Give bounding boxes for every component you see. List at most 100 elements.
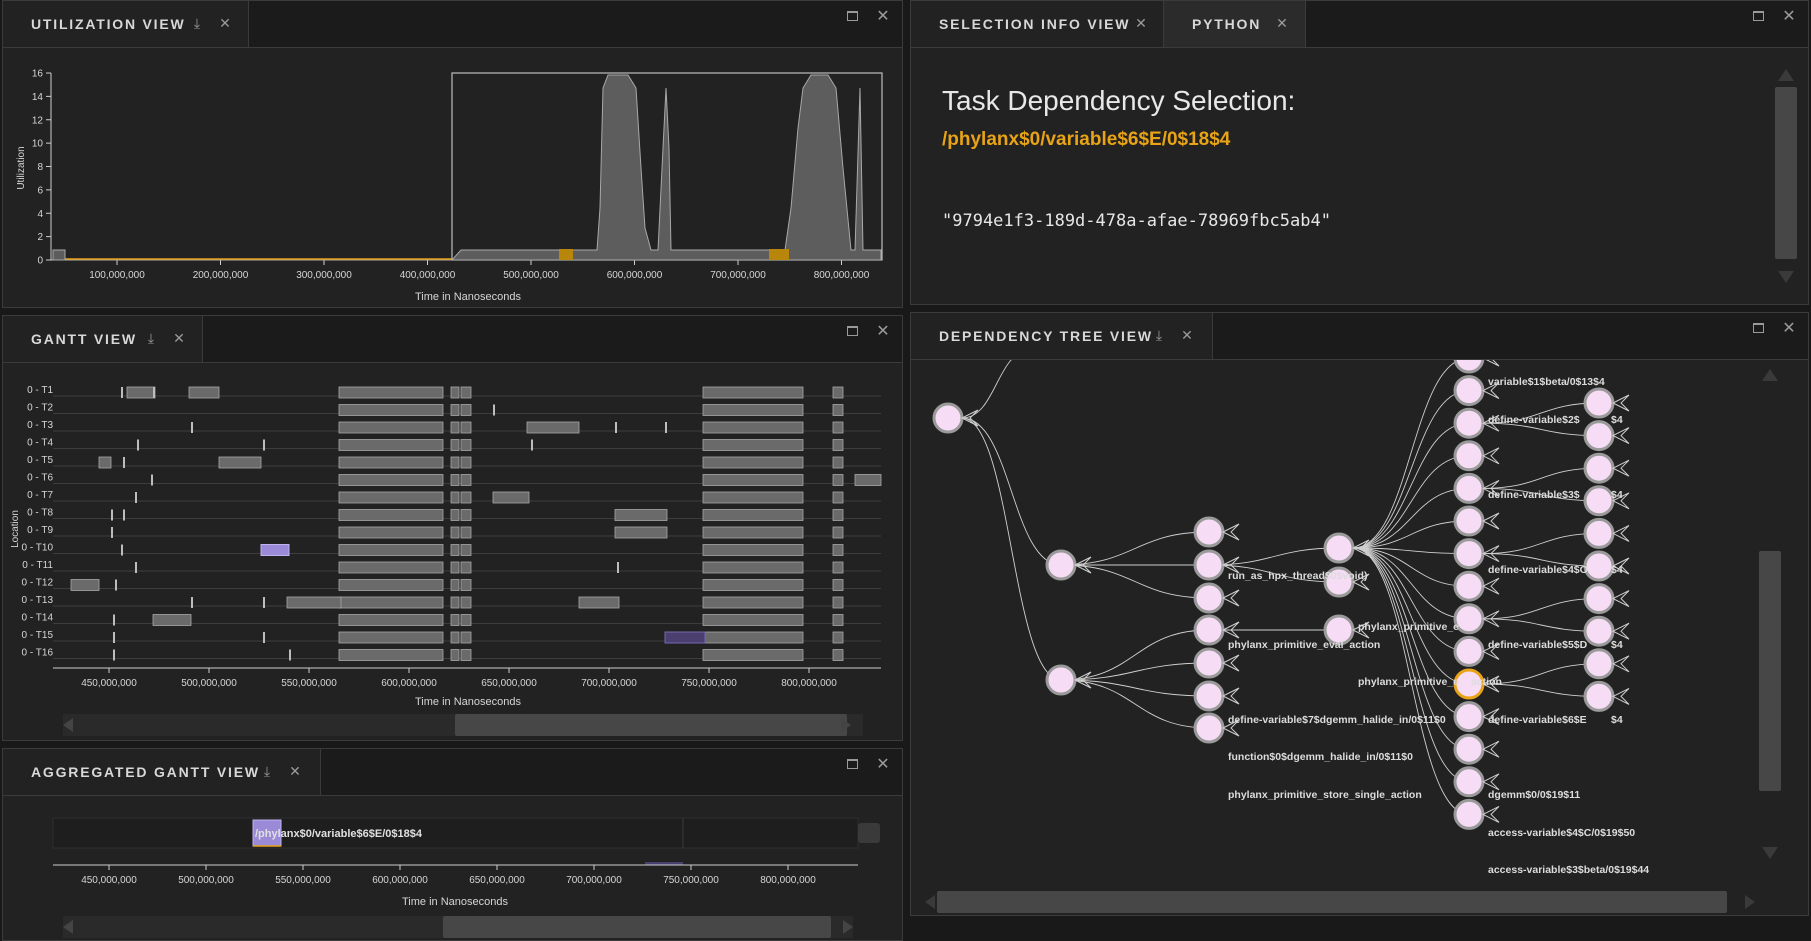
tree-node[interactable] [1193,516,1225,548]
task-bar[interactable] [450,509,460,521]
download-icon[interactable]: ⤓ [143,330,159,346]
task-bar[interactable] [492,491,530,504]
task-bar[interactable] [832,561,844,574]
task-bar[interactable] [338,561,444,574]
task-bar[interactable] [460,579,472,591]
task-bar[interactable] [832,386,844,399]
collapse-arrow-icon[interactable] [1221,687,1240,705]
close-icon[interactable]: ✕ [287,763,303,779]
task-bar[interactable] [578,596,620,609]
task-bar[interactable] [854,474,882,486]
task-bar[interactable] [832,421,844,434]
task-bar[interactable] [338,649,444,661]
task-bar[interactable] [218,456,262,469]
tree-node[interactable] [1193,549,1225,581]
close-icon[interactable]: ✕ [171,330,187,346]
close-icon[interactable]: ✕ [875,757,891,773]
task-bar[interactable] [832,614,844,626]
task-bar[interactable] [98,456,112,469]
tree-node[interactable] [1583,583,1615,615]
tree-node[interactable] [1045,664,1077,696]
tree-node[interactable] [1453,701,1485,733]
task-bar[interactable] [338,509,444,521]
maximize-icon[interactable] [845,757,861,773]
close-icon[interactable]: ✕ [1133,15,1149,31]
task-bar[interactable] [702,579,804,591]
task-bar[interactable] [832,404,844,416]
scroll-left-icon[interactable] [63,718,73,732]
close-icon[interactable]: ✕ [1179,327,1195,343]
task-bar[interactable] [460,596,472,609]
scroll-down-icon[interactable] [1762,847,1778,859]
task-bar[interactable] [702,491,804,504]
task-bar[interactable] [702,386,804,399]
task-bar[interactable] [702,526,804,539]
task-bar[interactable] [450,386,460,399]
task-bar[interactable] [460,439,472,451]
vertical-scrollbar[interactable] [1775,69,1797,284]
task-bar[interactable] [832,526,844,539]
tab-aggregated-gantt-view[interactable]: AGGREGATED GANTT VIEW ⤓ ✕ [3,749,321,795]
tree-node[interactable] [1453,472,1485,504]
task-bar[interactable] [460,631,472,644]
tree-node[interactable] [1193,712,1225,744]
maximize-icon[interactable] [1751,9,1767,25]
task-bar[interactable] [702,596,804,609]
tree-node[interactable] [1193,647,1225,679]
task-bar[interactable] [338,579,444,591]
tree-node[interactable] [1193,680,1225,712]
task-bar[interactable] [450,631,460,644]
task-bar[interactable] [832,596,844,609]
task-bar[interactable] [832,474,844,486]
tree-node[interactable] [1453,360,1485,374]
scroll-right-icon[interactable] [841,718,851,732]
tab-utilization-view[interactable]: UTILIZATION VIEW ⤓ ✕ [3,1,249,47]
task-bar[interactable] [338,596,444,609]
collapse-arrow-icon[interactable] [1483,360,1500,367]
tree-node[interactable] [1453,407,1485,439]
task-bar[interactable] [338,386,444,399]
close-icon[interactable]: ✕ [1781,321,1797,337]
scroll-right-icon[interactable] [1745,895,1755,909]
scroll-left-icon[interactable] [925,895,935,909]
task-bar[interactable] [460,491,472,504]
tree-node[interactable] [1583,387,1615,419]
task-bar[interactable] [460,649,472,661]
task-bar[interactable] [338,421,444,434]
maximize-icon[interactable] [845,324,861,340]
task-bar[interactable] [832,579,844,591]
tree-node[interactable] [1453,766,1485,798]
task-bar[interactable] [70,579,100,591]
vertical-scrollbar[interactable] [1759,369,1781,859]
selected-task-bar[interactable] [664,631,706,644]
scroll-up-icon[interactable] [1762,369,1778,381]
maximize-icon[interactable] [1751,321,1767,337]
tree-node[interactable] [1583,485,1615,517]
scroll-thumb[interactable] [443,916,831,938]
task-bar[interactable] [702,614,804,626]
task-bar[interactable] [832,439,844,451]
task-bar[interactable] [152,614,192,626]
close-icon[interactable]: ✕ [217,15,233,31]
task-bar[interactable] [450,544,460,556]
collapse-arrow-icon[interactable] [1611,655,1630,673]
task-bar[interactable] [460,404,472,416]
close-icon[interactable]: ✕ [875,9,891,25]
tree-node[interactable] [1453,505,1485,537]
collapse-arrow-icon[interactable] [1481,773,1500,791]
collapse-arrow-icon[interactable] [1481,512,1500,530]
tree-node[interactable] [932,402,964,434]
task-bar[interactable] [702,404,804,416]
tree-node[interactable] [1583,680,1615,712]
tree-node[interactable] [1193,582,1225,614]
tab-selection-info-view[interactable]: SELECTION INFO VIEW ✕ [911,1,1164,47]
tab-dependency-tree-view[interactable]: DEPENDENCY TREE VIEW ⤓ ✕ [911,313,1213,359]
task-bar[interactable] [338,404,444,416]
horizontal-scrollbar[interactable] [63,714,863,736]
tree-node[interactable] [1583,420,1615,452]
collapse-arrow-icon[interactable] [1611,622,1630,640]
task-bar[interactable] [338,631,444,644]
task-bar[interactable] [702,456,804,469]
horizontal-scrollbar[interactable] [925,891,1755,913]
task-bar[interactable] [460,614,472,626]
